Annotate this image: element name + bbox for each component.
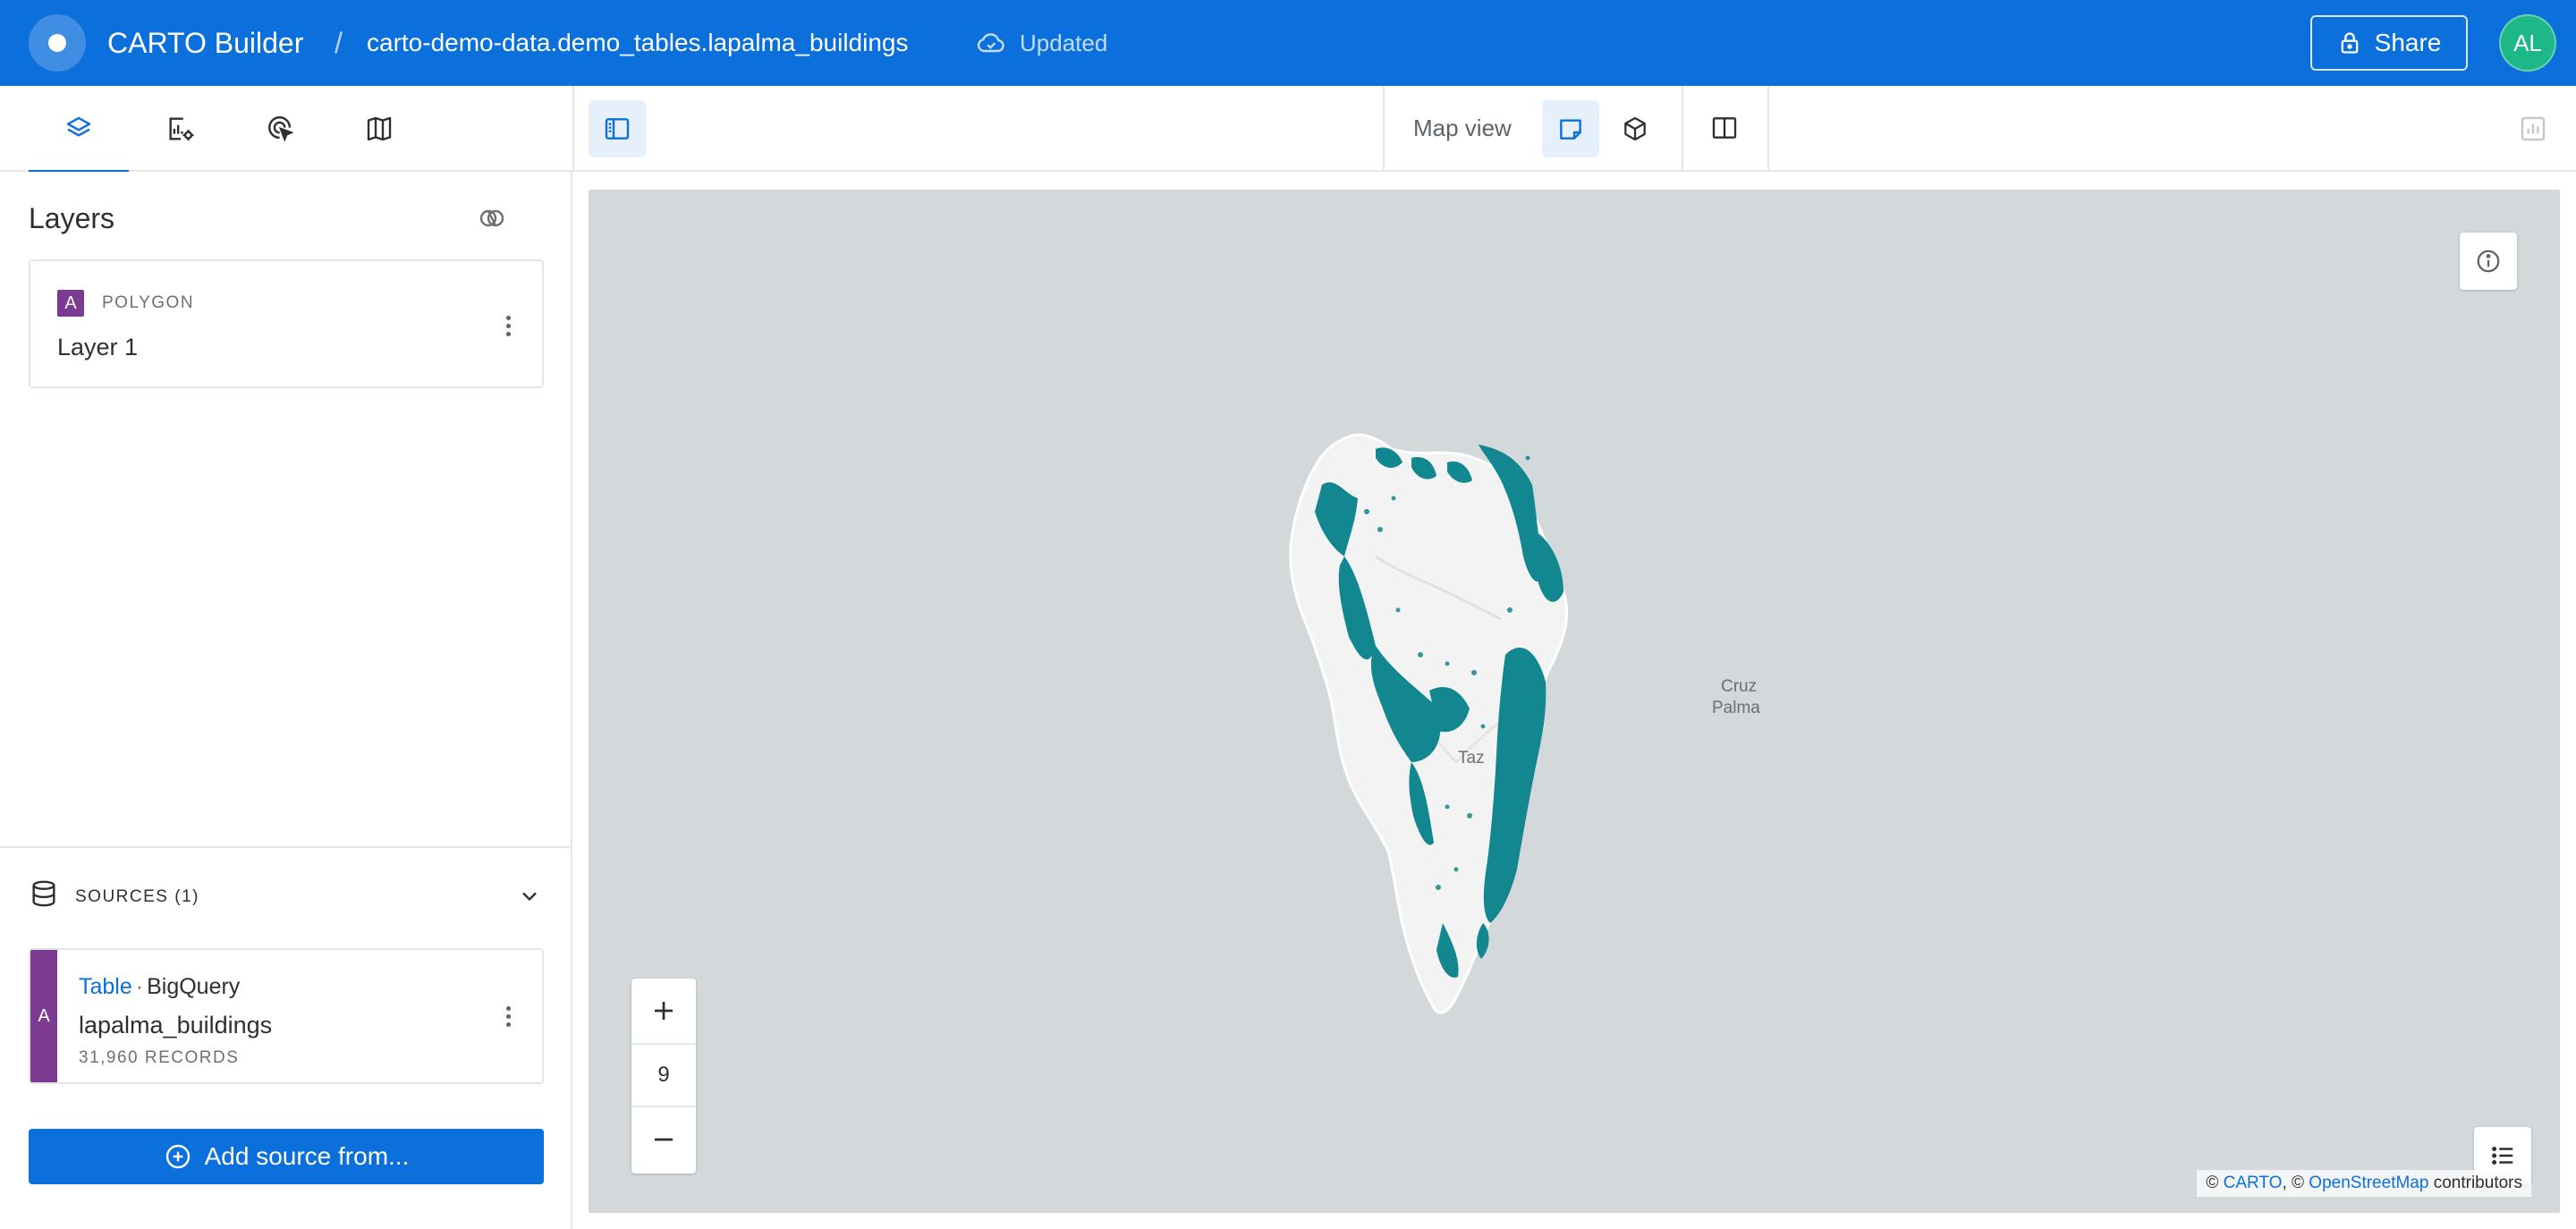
zoom-level: 9: [631, 1043, 696, 1107]
map-icon: [367, 116, 392, 141]
map-attribution: © CARTO, © OpenStreetMap contributors: [2197, 1170, 2531, 1197]
tab-widgets[interactable]: [131, 86, 231, 172]
map-2d-icon: [1560, 119, 1581, 140]
map-view-group: Map view: [1383, 86, 1683, 170]
chart-icon: [2521, 116, 2546, 141]
map-label-palma: Palma: [1712, 699, 1760, 717]
left-panel-tabs: [0, 86, 572, 174]
top-bar: CARTO Builder / carto-demo-data.demo_tab…: [0, 0, 2576, 86]
breadcrumb-map-name[interactable]: carto-demo-data.demo_tables.lapalma_buil…: [367, 27, 908, 59]
chevron-down-icon[interactable]: [512, 878, 547, 914]
source-badge: A: [30, 950, 57, 1082]
la-palma-island: [1289, 433, 1569, 1014]
source-kind-link[interactable]: Table: [79, 974, 132, 999]
attribution-carto-link[interactable]: CARTO: [2224, 1174, 2283, 1192]
lock-icon: [2341, 32, 2358, 54]
attribution-separator: , ©: [2282, 1174, 2305, 1192]
save-status: Updated: [975, 27, 1107, 59]
split-view-icon: [1712, 117, 1737, 139]
share-button[interactable]: Share: [2310, 15, 2468, 71]
left-panel: Layers A POLYGON Layer 1 SOURCES (1) A T…: [0, 172, 572, 1229]
share-button-label: Share: [2374, 29, 2442, 56]
map-info-button[interactable]: [2460, 233, 2517, 290]
source-kind: Table · BigQuery: [79, 971, 240, 1002]
source-options-icon[interactable]: [490, 998, 526, 1034]
interactions-icon: [268, 116, 294, 142]
tab-basemaps[interactable]: [329, 86, 429, 172]
carto-logo-icon[interactable]: [29, 14, 86, 72]
attribution-tail: contributors: [2433, 1174, 2522, 1192]
source-records: 31,960 RECORDS: [79, 1048, 240, 1067]
layer-options-icon[interactable]: [490, 308, 526, 343]
layer-type: POLYGON: [102, 293, 195, 312]
widgets-settings-icon: [169, 117, 194, 141]
layer-badge: A: [57, 290, 84, 317]
view-2d-button[interactable]: [1542, 100, 1599, 157]
widgets-panel-button[interactable]: [2504, 100, 2562, 157]
sidebar-panel-icon: [605, 118, 630, 140]
map-label-cruz: Cruz: [1721, 677, 1758, 696]
source-kind-separator: ·: [135, 974, 144, 999]
attribution-osm-link[interactable]: OpenStreetMap: [2309, 1174, 2428, 1192]
layer-card[interactable]: A POLYGON Layer 1: [29, 259, 544, 388]
layer-name: Layer 1: [57, 334, 139, 360]
user-avatar[interactable]: AL: [2499, 14, 2556, 72]
attribution-copyright: ©: [2206, 1174, 2219, 1192]
layer-linking-button[interactable]: [474, 200, 510, 236]
sources-label: SOURCES (1): [75, 887, 199, 906]
layers-icon: [66, 116, 91, 137]
plus-icon: [655, 1002, 673, 1020]
split-view-button[interactable]: [1682, 86, 1769, 170]
database-icon: [29, 878, 59, 913]
zoom-out-button[interactable]: [631, 1107, 696, 1172]
toggle-panel-button[interactable]: [589, 100, 646, 157]
zoom-in-button[interactable]: [631, 979, 696, 1043]
list-icon: [2492, 1147, 2513, 1165]
view-3d-button[interactable]: [1606, 100, 1664, 157]
cube-icon: [1624, 116, 1646, 141]
save-status-label: Updated: [1020, 30, 1108, 56]
app-title: CARTO Builder: [107, 27, 304, 59]
map-toolbar: Map view: [572, 86, 2576, 172]
add-source-label: Add source from...: [204, 1142, 410, 1170]
breadcrumb-separator: /: [335, 27, 343, 59]
source-name: lapalma_buildings: [79, 1012, 273, 1038]
layers-title: Layers: [29, 202, 115, 234]
cloud-check-icon: [977, 33, 1004, 53]
plus-circle-icon: [165, 1144, 190, 1169]
map-canvas[interactable]: Cruz Palma Taz 9 © CARTO, © OpenStreetMa…: [589, 190, 2560, 1213]
map-view-label: Map view: [1413, 114, 1512, 141]
tab-interactions[interactable]: [231, 86, 331, 172]
minus-icon: [655, 1138, 673, 1141]
source-card[interactable]: A Table · BigQuery lapalma_buildings 31,96…: [29, 948, 544, 1084]
map-label-taz: Taz: [1458, 749, 1485, 767]
link-circles-icon: [479, 209, 504, 227]
info-icon: [2477, 250, 2500, 273]
add-source-button[interactable]: Add source from...: [29, 1129, 544, 1184]
tab-layers[interactable]: [29, 86, 129, 174]
source-provider: BigQuery: [147, 974, 241, 999]
zoom-control: 9: [631, 979, 696, 1174]
